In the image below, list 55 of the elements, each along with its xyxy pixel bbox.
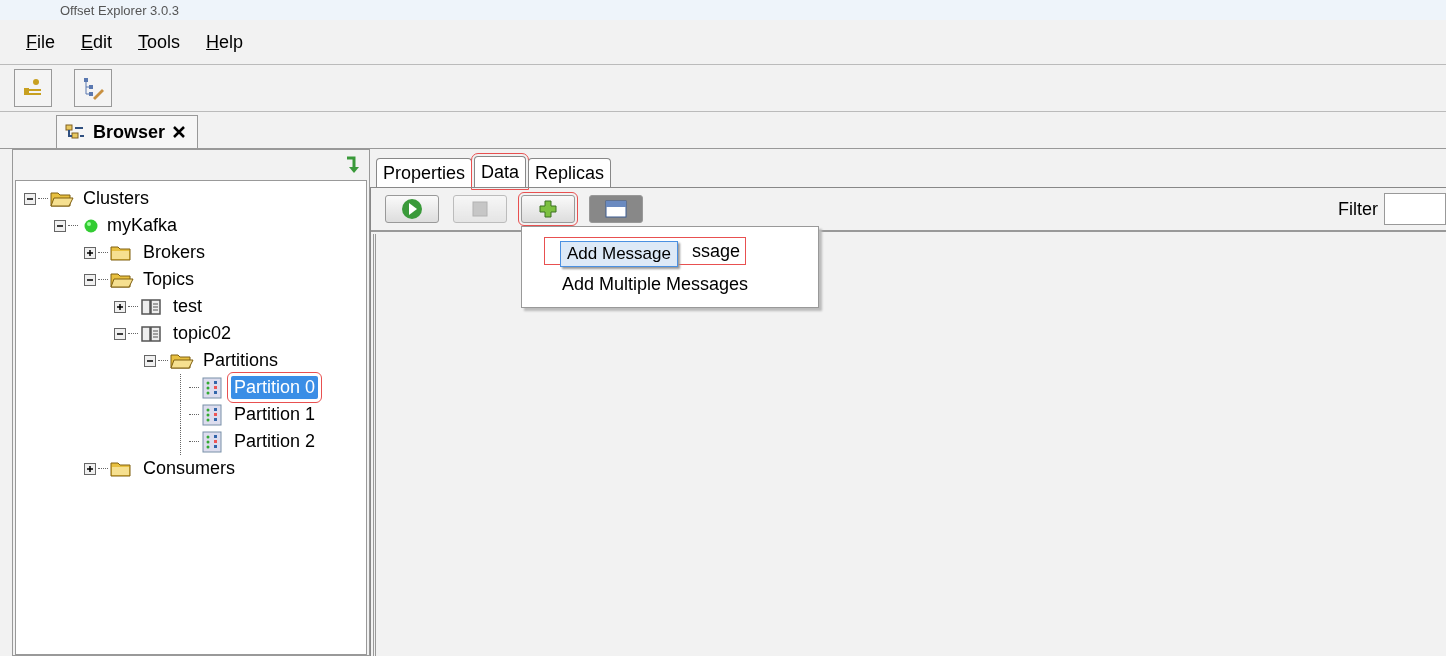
- window-icon: [605, 200, 627, 218]
- menu-item[interactable]: Tools: [138, 31, 181, 53]
- tab[interactable]: Replicas: [528, 158, 612, 187]
- expander-toggle[interactable]: [84, 246, 98, 259]
- play-button[interactable]: [385, 195, 439, 223]
- expander-toggle[interactable]: [114, 327, 128, 340]
- menu-item[interactable]: Help: [206, 31, 244, 53]
- expander-toggle[interactable]: [24, 192, 38, 205]
- window-title: Offset Explorer 3.0.3: [60, 2, 179, 18]
- open-folder-icon: [170, 351, 194, 370]
- expander-toggle[interactable]: [114, 300, 128, 313]
- tree-pencil-icon: [81, 76, 105, 100]
- open-folder-icon: [110, 270, 134, 289]
- tree-item[interactable]: myKafka: [104, 214, 181, 237]
- tree-item[interactable]: Partition 1: [231, 403, 319, 426]
- expander-toggle[interactable]: [84, 462, 98, 475]
- tree-item[interactable]: Clusters: [80, 187, 152, 210]
- partition-icon: [201, 430, 225, 453]
- drag-label: Add Message: [560, 241, 678, 267]
- menu-item[interactable]: Add Multiple Messages: [522, 267, 818, 301]
- expander-toggle[interactable]: [144, 354, 158, 367]
- filter-label: Filter: [1338, 198, 1378, 220]
- book-icon: [140, 297, 164, 316]
- tab[interactable]: Data: [474, 156, 527, 187]
- tree-item[interactable]: topic02: [170, 322, 235, 345]
- tree-item[interactable]: test: [170, 295, 205, 318]
- plus-icon: [539, 200, 557, 218]
- partition-icon: [201, 376, 225, 399]
- open-folder-icon: [50, 189, 74, 208]
- folder-icon: [110, 243, 134, 262]
- tree-item[interactable]: Consumers: [140, 457, 239, 480]
- connect-plug-button[interactable]: [14, 69, 52, 107]
- tree-item[interactable]: Brokers: [140, 241, 208, 264]
- browser-tab[interactable]: Browser: [56, 115, 199, 148]
- expander-toggle[interactable]: [84, 273, 98, 286]
- view-button[interactable]: [589, 195, 643, 223]
- play-icon: [401, 198, 423, 220]
- tree-item[interactable]: Partition 2: [231, 430, 319, 453]
- close-icon[interactable]: [173, 126, 186, 138]
- menu-item[interactable]: Edit: [81, 31, 113, 53]
- add-button[interactable]: [521, 195, 575, 223]
- tab[interactable]: Properties: [376, 158, 473, 187]
- collapse-arrow-icon[interactable]: [345, 156, 361, 174]
- menu-item[interactable]: File: [26, 31, 55, 53]
- folder-icon: [110, 459, 134, 478]
- book-icon: [140, 324, 164, 343]
- status-dot-icon: [84, 218, 98, 233]
- expander-toggle[interactable]: [54, 219, 68, 232]
- stop-icon: [472, 201, 488, 217]
- partition-icon: [201, 403, 225, 426]
- filter-field[interactable]: [1384, 193, 1446, 225]
- tree-icon: [65, 124, 85, 140]
- tree-item[interactable]: Partitions: [200, 349, 282, 372]
- tree-item[interactable]: Topics: [140, 268, 198, 291]
- edit-tree-button[interactable]: [74, 69, 112, 107]
